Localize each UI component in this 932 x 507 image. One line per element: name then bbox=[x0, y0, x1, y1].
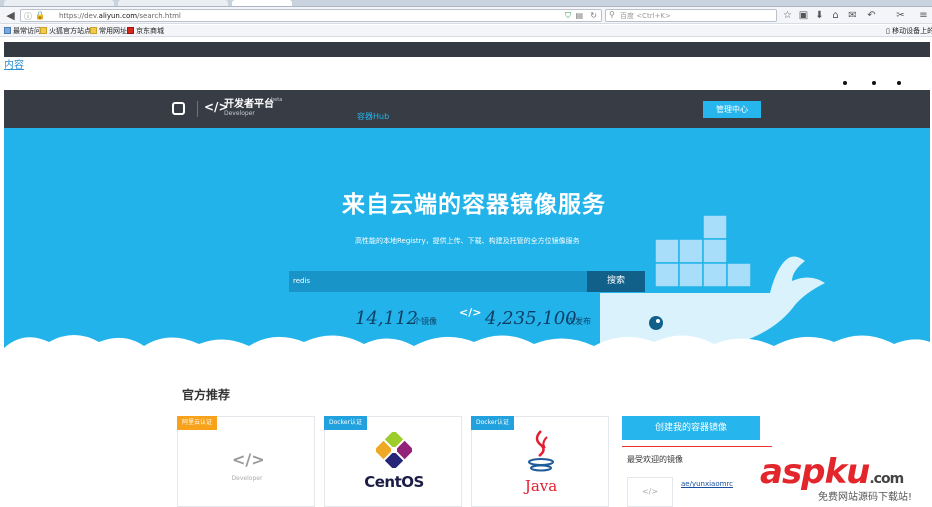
section-title: 官方推荐 bbox=[182, 388, 231, 402]
bookmarks-bar: 最常访问 火狐官方站点 常用网址 京东商城 ▯ 移动设备上的书 bbox=[0, 25, 932, 37]
hero-subtitle: 高性能的本地Registry，提供上传、下载、构建及托管的全方位镜像服务 bbox=[355, 237, 580, 245]
mobile-icon: ▯ bbox=[886, 27, 890, 35]
card-label: Developer bbox=[231, 475, 263, 482]
code-icon: </> bbox=[641, 487, 659, 496]
certification-badge: Docker认证 bbox=[471, 416, 515, 430]
certification-badge: Docker认证 bbox=[324, 416, 368, 430]
browser-navbar: ◀ ⓘ 🔒 https://dev.aliyun.com/search.html… bbox=[0, 7, 932, 24]
search-button[interactable]: 搜索 bbox=[587, 271, 645, 292]
hero-banner: 来自云端的容器镜像服务 高性能的本地Registry，提供上传、下载、构建及托管… bbox=[4, 128, 930, 360]
site-header: </> 开发者平台 Developer beta 容器Hub 管理中心 bbox=[4, 90, 930, 128]
loading-dot bbox=[897, 81, 901, 85]
bookmark-star-icon[interactable]: ☆ bbox=[782, 10, 793, 21]
card-label: Java bbox=[524, 477, 558, 495]
popular-title: 最受欢迎的镜像 bbox=[627, 455, 683, 464]
java-logo-icon bbox=[528, 430, 554, 472]
images-unit: 个镜像 bbox=[413, 317, 437, 326]
back-icon[interactable]: ◀ bbox=[4, 9, 17, 22]
browser-tab-active[interactable] bbox=[232, 0, 292, 6]
watermark-logo: aspku.com bbox=[760, 452, 904, 492]
reader-icon[interactable]: ▤ bbox=[575, 11, 583, 20]
brand-title[interactable]: 开发者平台 bbox=[224, 99, 274, 110]
extension-icon[interactable]: ✂ bbox=[895, 10, 906, 21]
watermark-subtitle: 免费网站源码下载站! bbox=[818, 492, 913, 503]
bookmark-item[interactable]: 最常访问 bbox=[4, 26, 41, 36]
folder-icon bbox=[40, 27, 47, 34]
url-text: https://dev.aliyun.com/search.html bbox=[59, 12, 181, 20]
browser-tab[interactable] bbox=[118, 0, 228, 6]
image-card[interactable]: Docker认证 CentOS bbox=[324, 416, 462, 507]
hero-title: 来自云端的容器镜像服务 bbox=[342, 192, 606, 218]
address-bar[interactable]: ⓘ 🔒 https://dev.aliyun.com/search.html ⛉… bbox=[20, 9, 602, 22]
bookmark-item[interactable]: 京东商城 bbox=[127, 26, 164, 36]
centos-logo-icon bbox=[376, 432, 412, 468]
shield-icon[interactable]: ⛉ bbox=[565, 11, 571, 21]
bookmark-icon bbox=[4, 27, 11, 34]
loading-dot bbox=[843, 81, 847, 85]
cloud-divider bbox=[4, 335, 930, 360]
logo-divider bbox=[197, 101, 198, 117]
search-placeholder: 百度 <Ctrl+K> bbox=[620, 12, 671, 20]
image-card[interactable]: Docker认证 Java bbox=[471, 416, 609, 507]
image-search-input[interactable]: redis bbox=[289, 271, 587, 292]
browser-tab-strip bbox=[0, 0, 932, 7]
browser-tab[interactable] bbox=[4, 0, 114, 6]
clipboard-icon[interactable]: ▣ bbox=[798, 10, 809, 21]
images-count: 14,112 bbox=[355, 308, 418, 329]
bookmark-item[interactable]: 火狐官方站点 bbox=[40, 26, 91, 36]
pulls-unit: 次发布 bbox=[567, 317, 591, 326]
code-icon: </> bbox=[459, 306, 482, 319]
divider bbox=[622, 446, 772, 447]
beta-label: beta bbox=[271, 97, 283, 103]
pulls-count: 4,235,100 bbox=[485, 308, 577, 329]
menu-icon[interactable]: ≡ bbox=[918, 10, 929, 21]
page-top-bar bbox=[4, 42, 930, 57]
browser-search-input[interactable]: ⚲ 百度 <Ctrl+K> bbox=[605, 9, 777, 22]
nav-container-hub[interactable]: 容器Hub bbox=[357, 111, 389, 122]
create-image-button[interactable]: 创建我的容器镜像 bbox=[622, 416, 760, 440]
search-icon: ⚲ bbox=[609, 10, 615, 19]
brand-subtitle: Developer bbox=[224, 110, 255, 117]
aliyun-logo-icon[interactable] bbox=[172, 102, 185, 115]
download-icon[interactable]: ⬇ bbox=[814, 10, 825, 21]
popular-item-thumb[interactable]: </> bbox=[627, 477, 673, 507]
lock-icon: 🔒 bbox=[35, 11, 45, 20]
popular-item-link[interactable]: ae/yunxiaomrc bbox=[681, 480, 733, 488]
chat-icon[interactable]: ✉ bbox=[847, 10, 858, 21]
skip-link[interactable]: 内容 bbox=[4, 56, 24, 71]
certification-badge: 阿里云认证 bbox=[177, 416, 218, 430]
admin-center-button[interactable]: 管理中心 bbox=[703, 101, 761, 118]
card-label: CentOS bbox=[364, 473, 424, 491]
folder-icon bbox=[90, 27, 97, 34]
image-card[interactable]: 阿里云认证 </> Developer bbox=[177, 416, 315, 507]
undo-icon[interactable]: ↶ bbox=[866, 10, 877, 21]
loading-dot bbox=[872, 81, 876, 85]
reload-icon[interactable]: ↻ bbox=[590, 11, 597, 20]
info-icon[interactable]: ⓘ bbox=[24, 11, 32, 22]
mobile-bookmarks[interactable]: ▯ 移动设备上的书 bbox=[886, 26, 932, 36]
jd-icon bbox=[127, 27, 134, 34]
home-icon[interactable]: ⌂ bbox=[830, 10, 841, 21]
bookmark-item[interactable]: 常用网址 bbox=[90, 26, 127, 36]
code-icon: </> bbox=[232, 450, 265, 469]
watermark: aspku.com 免费网站源码下载站! bbox=[760, 452, 930, 507]
